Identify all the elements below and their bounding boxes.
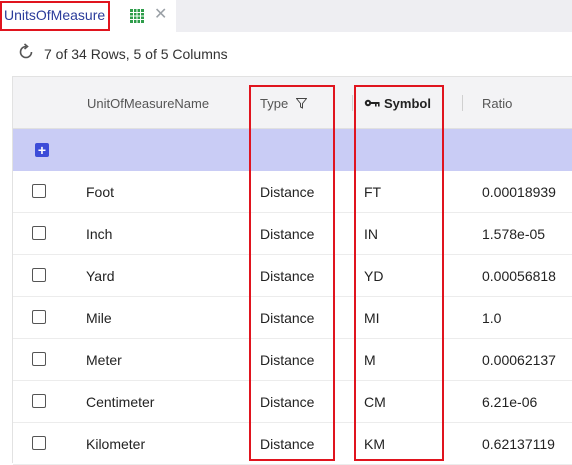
- table-row[interactable]: Mile Distance MI 1.0: [13, 297, 572, 339]
- cell-type[interactable]: Distance: [260, 255, 314, 297]
- column-header-label: UnitOfMeasureName: [87, 95, 210, 111]
- column-divider[interactable]: [249, 95, 250, 111]
- cell-ratio[interactable]: 6.21e-06: [482, 381, 537, 423]
- column-header-type[interactable]: Type: [260, 77, 308, 129]
- cell-ratio[interactable]: 0.62137119: [482, 423, 555, 465]
- cell-name[interactable]: Mile: [86, 297, 112, 339]
- cell-ratio[interactable]: 0.00062137: [482, 339, 556, 381]
- column-header-label: Symbol: [384, 95, 431, 111]
- cell-type[interactable]: Distance: [260, 171, 314, 213]
- cell-name[interactable]: Yard: [86, 255, 115, 297]
- row-checkbox[interactable]: [32, 394, 46, 408]
- column-divider[interactable]: [462, 95, 463, 111]
- cell-symbol[interactable]: IN: [364, 213, 378, 255]
- cell-type[interactable]: Distance: [260, 213, 314, 255]
- close-icon[interactable]: ✕: [154, 7, 167, 23]
- column-header-label: Ratio: [482, 95, 513, 111]
- row-checkbox[interactable]: [32, 268, 46, 282]
- table-row[interactable]: Yard Distance YD 0.00056818: [13, 255, 572, 297]
- cell-symbol[interactable]: YD: [364, 255, 383, 297]
- cell-symbol[interactable]: KM: [364, 423, 385, 465]
- table-row[interactable]: Inch Distance IN 1.578e-05: [13, 213, 572, 255]
- key-icon: [364, 99, 380, 107]
- column-header-ratio[interactable]: Ratio: [482, 77, 512, 129]
- column-header-symbol[interactable]: Symbol: [364, 77, 431, 129]
- tab-bar: UnitsOfMeasure ✕: [0, 0, 572, 32]
- row-checkbox[interactable]: [32, 184, 46, 198]
- row-checkbox[interactable]: [32, 436, 46, 450]
- data-grid: UnitOfMeasureName Type Symbol Ratio + Fo…: [12, 76, 572, 465]
- column-header-name[interactable]: UnitOfMeasureName: [87, 77, 209, 129]
- cell-symbol[interactable]: CM: [364, 381, 386, 423]
- row-column-status: 7 of 34 Rows, 5 of 5 Columns: [44, 46, 228, 62]
- cell-symbol[interactable]: FT: [364, 171, 381, 213]
- cell-ratio[interactable]: 0.00018939: [482, 171, 556, 213]
- cell-name[interactable]: Centimeter: [86, 381, 154, 423]
- cell-type[interactable]: Distance: [260, 381, 314, 423]
- cell-type[interactable]: Distance: [260, 339, 314, 381]
- cell-type[interactable]: Distance: [260, 297, 314, 339]
- row-checkbox[interactable]: [32, 352, 46, 366]
- table-row[interactable]: Kilometer Distance KM 0.62137119: [13, 423, 572, 465]
- row-checkbox[interactable]: [32, 226, 46, 240]
- cell-name[interactable]: Kilometer: [86, 423, 145, 465]
- column-divider[interactable]: [352, 95, 353, 111]
- cell-ratio[interactable]: 0.00056818: [482, 255, 556, 297]
- cell-name[interactable]: Inch: [86, 213, 112, 255]
- tab-title-highlight: [0, 1, 110, 31]
- table-row[interactable]: Foot Distance FT 0.00018939: [13, 171, 572, 213]
- cell-symbol[interactable]: M: [364, 339, 376, 381]
- table-row[interactable]: Meter Distance M 0.00062137: [13, 339, 572, 381]
- column-header-label: Type: [260, 95, 289, 111]
- cell-ratio[interactable]: 1.0: [482, 297, 501, 339]
- cell-name[interactable]: Foot: [86, 171, 114, 213]
- grid-header: UnitOfMeasureName Type Symbol Ratio: [13, 77, 572, 129]
- cell-ratio[interactable]: 1.578e-05: [482, 213, 545, 255]
- row-checkbox[interactable]: [32, 310, 46, 324]
- add-row-bar: +: [13, 129, 572, 171]
- cell-name[interactable]: Meter: [86, 339, 122, 381]
- cell-symbol[interactable]: MI: [364, 297, 380, 339]
- table-grid-icon: [130, 9, 144, 23]
- toolbar: 7 of 34 Rows, 5 of 5 Columns: [0, 32, 572, 76]
- refresh-icon[interactable]: [17, 43, 35, 61]
- filter-icon[interactable]: [296, 97, 308, 109]
- add-row-button[interactable]: +: [35, 143, 49, 157]
- cell-type[interactable]: Distance: [260, 423, 314, 465]
- table-row[interactable]: Centimeter Distance CM 6.21e-06: [13, 381, 572, 423]
